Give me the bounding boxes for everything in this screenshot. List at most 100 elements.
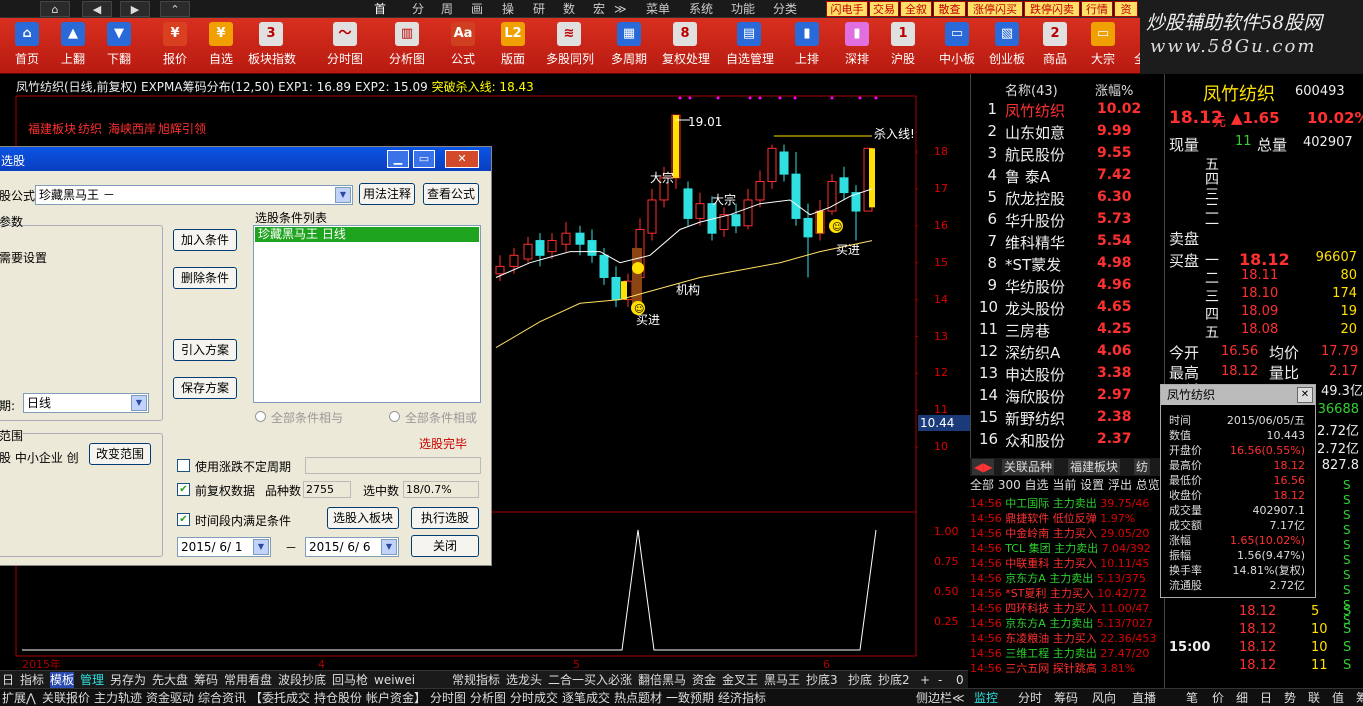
- rank-stock-name[interactable]: 深纺织A: [1005, 342, 1060, 363]
- period-select[interactable]: 日线 ▼: [23, 393, 149, 413]
- bottom-link[interactable]: 分时图: [430, 690, 466, 706]
- toolbar-button[interactable]: ▼ 下翻: [96, 22, 142, 72]
- bottom-link[interactable]: 综合资讯: [198, 690, 246, 706]
- close-button[interactable]: 关闭: [411, 535, 479, 557]
- tab-fujian[interactable]: 福建板块: [1068, 459, 1121, 475]
- bottom-link[interactable]: 经济指标: [718, 690, 766, 706]
- home-nav-icon[interactable]: ⌂: [40, 1, 70, 17]
- indicator-tab[interactable]: 黑马王: [764, 672, 800, 688]
- bottom-link[interactable]: 主力轨迹: [94, 690, 142, 706]
- rank-stock-name[interactable]: 海欣股份: [1005, 386, 1065, 407]
- panel-tab[interactable]: 细: [1236, 690, 1248, 706]
- toolbar-button[interactable]: 2 商品: [1032, 22, 1078, 72]
- toolbar-button[interactable]: ¥ 自选: [198, 22, 244, 72]
- panel-tab[interactable]: 势: [1284, 690, 1296, 706]
- menu-hua[interactable]: 画: [471, 2, 483, 16]
- indicator-tab[interactable]: 另存为: [110, 672, 146, 688]
- panel-tab[interactable]: 值: [1332, 690, 1344, 706]
- menu-fen[interactable]: 分: [412, 2, 424, 16]
- bottom-link[interactable]: 扩展⋀: [2, 690, 36, 706]
- indicator-tab[interactable]: 二合一买入必涨: [548, 672, 632, 688]
- indicator-tab[interactable]: 日: [2, 672, 14, 688]
- bottom-link[interactable]: 资金驱动: [146, 690, 194, 706]
- toolbar-button[interactable]: ▮ 深排: [834, 22, 880, 72]
- buy-price[interactable]: 18.10: [1241, 286, 1278, 301]
- rank-header-name[interactable]: 名称(43): [1005, 80, 1058, 99]
- feed-row[interactable]: 14:56 东凌粮油 主力买入 22.36/453: [970, 631, 1164, 646]
- view-formula-button[interactable]: 查看公式: [423, 183, 479, 205]
- date-to-picker[interactable]: 2015/ 6/ 6 ▼: [305, 537, 399, 557]
- toolbar-button[interactable]: ▲ 上翻: [50, 22, 96, 72]
- bottom-link[interactable]: 热点题材: [614, 690, 662, 706]
- toolbar-button[interactable]: ≋ 多股同列: [546, 22, 594, 72]
- bottom-link[interactable]: 分时成交: [510, 690, 558, 706]
- radio-or[interactable]: [389, 411, 400, 422]
- chart-tag-xuhui[interactable]: 旭辉引领: [158, 120, 206, 137]
- menu-more[interactable]: ≫: [614, 2, 627, 16]
- toolbar-button[interactable]: Aa 公式: [440, 22, 486, 72]
- buy-price[interactable]: 18.08: [1241, 322, 1278, 337]
- toolbar-button[interactable]: ▭ 中小板: [934, 22, 980, 72]
- tab-market[interactable]: 行情: [1081, 1, 1113, 17]
- toolbar-button[interactable]: ⌂ 首页: [4, 22, 50, 72]
- menu-function[interactable]: 功能: [731, 2, 755, 16]
- rank-stock-name[interactable]: 三房巷: [1005, 320, 1050, 341]
- indicator-tab[interactable]: 管理: [80, 672, 104, 688]
- chevron-down-icon[interactable]: ▼: [381, 539, 397, 555]
- panel-tab[interactable]: 直播: [1132, 690, 1156, 706]
- panel-tab[interactable]: 监控: [974, 690, 998, 706]
- chevron-down-icon[interactable]: ▼: [335, 187, 351, 203]
- indicator-tab[interactable]: 翻倍黑马: [638, 672, 686, 688]
- chart-tag-fujian[interactable]: 福建板块: [28, 120, 76, 137]
- menu-system[interactable]: 系统: [689, 2, 713, 16]
- uncertain-period-checkbox[interactable]: [177, 459, 190, 472]
- toolbar-button[interactable]: ▦ 多周期: [606, 22, 652, 72]
- rank-stock-name[interactable]: 华纺股份: [1005, 276, 1065, 297]
- indicator-tab[interactable]: -: [938, 672, 942, 688]
- toolbar-button[interactable]: L2 版面: [490, 22, 536, 72]
- panel-tab[interactable]: 联: [1308, 690, 1320, 706]
- feed-row[interactable]: 14:56 *ST夏利 主力买入 10.42/72: [970, 586, 1164, 601]
- indicator-tab[interactable]: 波段抄底: [278, 672, 326, 688]
- panel-tab[interactable]: 价: [1212, 690, 1224, 706]
- rank-stock-name[interactable]: 欣龙控股: [1005, 188, 1065, 209]
- rank-stock-name[interactable]: 凤竹纺织: [1005, 100, 1065, 121]
- menu-first[interactable]: 首: [374, 2, 386, 16]
- tab-related[interactable]: 关联品种: [1002, 459, 1055, 475]
- indicator-tab[interactable]: +: [920, 672, 930, 688]
- tab-textile[interactable]: 纺: [1134, 459, 1151, 475]
- chevron-down-icon[interactable]: ▼: [131, 395, 147, 411]
- tab-check[interactable]: 散查: [933, 1, 966, 17]
- indicator-tab[interactable]: 抄底3: [806, 672, 838, 688]
- indicator-tab[interactable]: 回马枪: [332, 672, 368, 688]
- menu-shu[interactable]: 数: [563, 2, 575, 16]
- feed-row[interactable]: 14:56 四环科技 主力买入 11.00/47: [970, 601, 1164, 616]
- import-plan-button[interactable]: 引入方案: [173, 339, 237, 361]
- up-nav-icon[interactable]: ⌃: [160, 1, 190, 17]
- tab-arrow-left[interactable]: ◀▶: [972, 459, 995, 475]
- radio-and[interactable]: [255, 411, 266, 422]
- feed-row[interactable]: 14:56 京东方A 主力卖出 5.13/375: [970, 571, 1164, 586]
- menu-cao[interactable]: 操: [502, 2, 514, 16]
- bottom-link[interactable]: 关联报价: [42, 690, 90, 706]
- buy-price[interactable]: 18.09: [1241, 304, 1278, 319]
- bottom-link[interactable]: 【委托成交: [250, 690, 310, 706]
- menu-caidan[interactable]: 菜单: [646, 2, 670, 16]
- rank-stock-name[interactable]: 维科精华: [1005, 232, 1065, 253]
- indicator-tab[interactable]: 抄底: [848, 672, 872, 688]
- forward-nav-icon[interactable]: ▶: [120, 1, 150, 17]
- indicator-tab[interactable]: 模板: [50, 672, 75, 688]
- buy-price[interactable]: 18.12: [1239, 250, 1290, 269]
- panel-tab[interactable]: 分时: [1018, 690, 1042, 706]
- panel-tab[interactable]: 日: [1260, 690, 1272, 706]
- formula-select[interactable]: 珍藏黑马王 － ▼: [35, 185, 353, 205]
- change-scope-button[interactable]: 改变范围: [89, 443, 151, 465]
- indicator-tab[interactable]: 0: [956, 672, 964, 688]
- tab-trade[interactable]: 交易: [869, 1, 899, 17]
- bottom-link[interactable]: 一致预期: [666, 690, 714, 706]
- feed-row[interactable]: 14:56 中金岭南 主力买入 29.05/20: [970, 526, 1164, 541]
- bottom-link[interactable]: 帐户资金】: [366, 690, 426, 706]
- toolbar-button[interactable]: 3 板块指数: [248, 22, 296, 72]
- bar-info-window[interactable]: 凤竹纺织 ✕ 时间 2015/06/05/五 数值 10.443 开盘价 16.56(0.…: [1160, 384, 1316, 598]
- bottom-link[interactable]: 分析图: [470, 690, 506, 706]
